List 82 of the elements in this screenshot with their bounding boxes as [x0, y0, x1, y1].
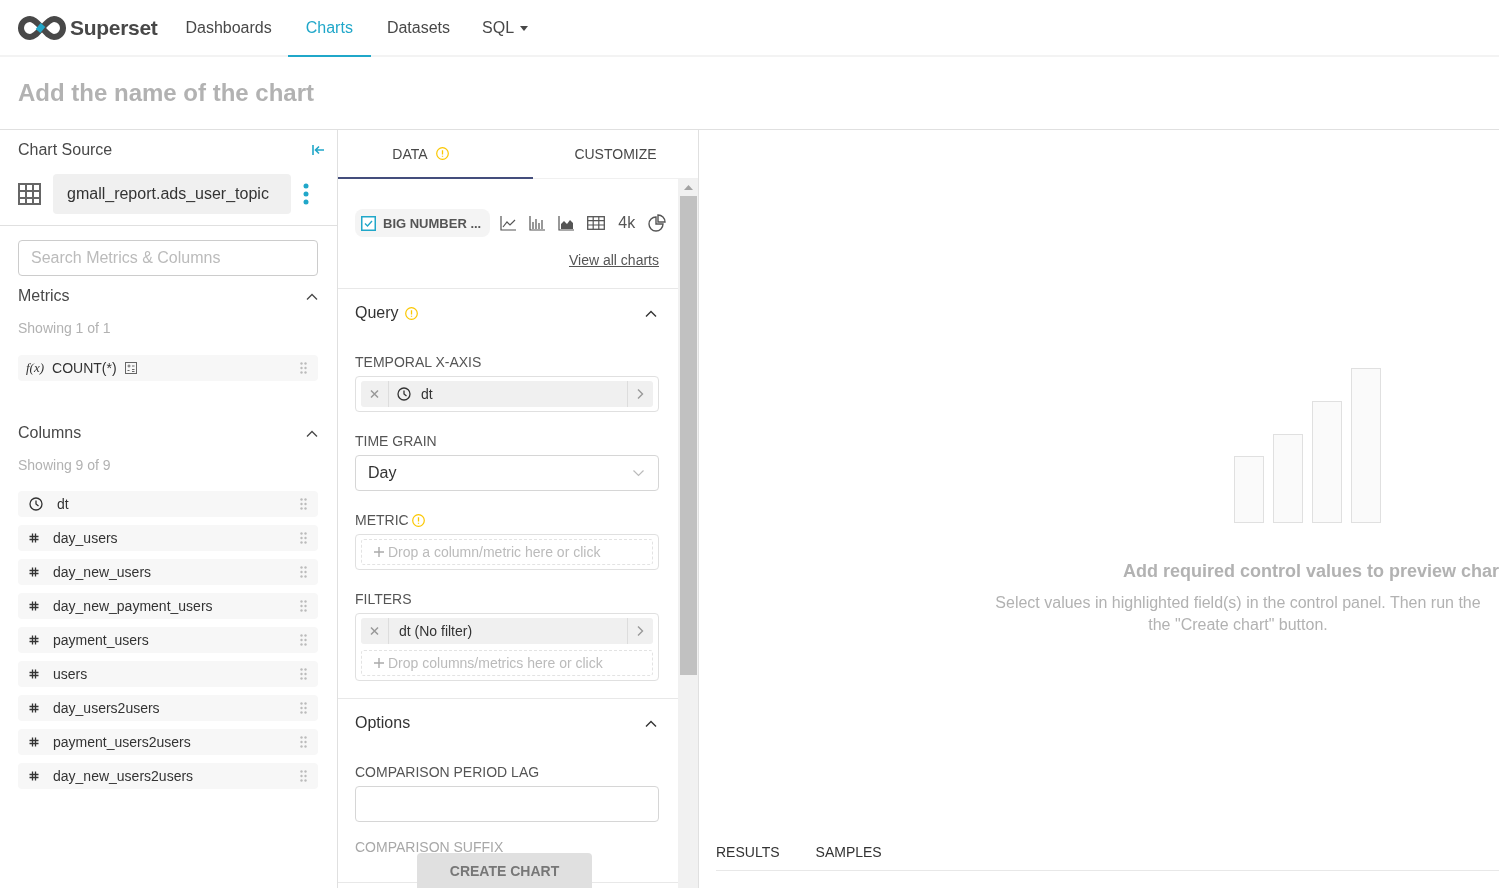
plus-icon — [374, 547, 384, 557]
drag-handle-icon[interactable] — [300, 634, 307, 646]
control-label: COMPARISON PERIOD LAG — [355, 764, 540, 780]
column-item[interactable]: payment_users — [18, 627, 318, 653]
chevron-icon[interactable] — [306, 429, 318, 437]
drag-handle-icon[interactable] — [300, 498, 307, 510]
scrollbar-thumb[interactable] — [679, 196, 697, 675]
line-chart-icon[interactable] — [500, 215, 517, 231]
nav-link[interactable]: Dashboards — [169, 0, 288, 57]
section-title[interactable]: Options — [355, 714, 411, 732]
clock-icon — [397, 387, 411, 401]
plus-icon — [374, 658, 384, 668]
hash-icon — [29, 601, 39, 611]
section-heading: Columns — [18, 424, 82, 442]
column-item[interactable]: payment_users2users — [18, 729, 318, 755]
hash-icon — [29, 737, 39, 747]
chevron-icon[interactable] — [645, 309, 657, 317]
collapse-icon[interactable] — [312, 144, 325, 156]
panel-tab[interactable]: DATA — [338, 130, 533, 179]
hash-icon — [29, 635, 39, 645]
column-item[interactable]: day_new_users — [18, 559, 318, 585]
selected-value-pill[interactable]: dt — [361, 381, 653, 407]
drag-handle-icon[interactable] — [300, 532, 307, 544]
dropdown-icon — [633, 469, 644, 477]
bottom-tab[interactable]: RESULTS — [716, 844, 780, 870]
drag-handle-icon[interactable] — [300, 566, 307, 578]
search-field[interactable]: Search Metrics & Columns — [18, 240, 318, 276]
drag-handle-icon[interactable] — [300, 770, 307, 782]
selected-value-pill[interactable]: dt (No filter) — [361, 618, 653, 644]
column-item[interactable]: day_new_users2users — [18, 763, 318, 789]
pie-chart-icon[interactable] — [648, 214, 667, 232]
metric-item[interactable]: f(x) COUNT(*) — [18, 355, 318, 381]
chart-type-chip[interactable]: BIG NUMBER ... — [355, 209, 491, 237]
text-field[interactable] — [355, 786, 659, 822]
section-heading: Chart Source — [18, 141, 113, 159]
hash-icon — [29, 669, 39, 679]
checkbox-icon — [361, 215, 376, 231]
nav-link[interactable]: Datasets — [370, 0, 466, 57]
item-count: Showing 9 of 9 — [18, 457, 112, 473]
control-label: TIME GRAIN — [355, 433, 437, 449]
drag-handle-icon[interactable] — [300, 600, 307, 612]
section-title[interactable]: Query — [355, 304, 399, 322]
hash-icon — [29, 703, 39, 713]
clock-icon — [29, 497, 43, 511]
area-chart-icon[interactable] — [558, 215, 575, 231]
control-label: TEMPORAL X-AXIS — [355, 354, 482, 370]
column-item[interactable]: day_users — [18, 525, 318, 551]
view-all-charts-link[interactable]: View all charts — [569, 252, 659, 268]
panel-tab[interactable]: CUSTOMIZE — [533, 130, 698, 179]
control-label: COMPARISON SUFFIX — [355, 839, 504, 855]
column-item[interactable]: day_users2users — [18, 695, 318, 721]
column-item[interactable]: users — [18, 661, 318, 687]
calculator-icon — [124, 362, 137, 374]
table-icon[interactable] — [587, 216, 606, 230]
more-icon[interactable] — [303, 183, 309, 205]
chevron-icon[interactable] — [645, 719, 657, 727]
control-label: METRIC — [355, 512, 409, 528]
column-item[interactable]: dt — [18, 491, 318, 517]
chevron-icon[interactable] — [306, 292, 318, 300]
drag-handle-icon[interactable] — [300, 736, 307, 748]
item-count: Showing 1 of 1 — [18, 320, 112, 336]
bar-chart-icon[interactable] — [529, 215, 546, 231]
drag-handle-icon[interactable] — [300, 362, 307, 374]
drag-handle-icon[interactable] — [300, 668, 307, 680]
table-icon — [18, 183, 41, 205]
brand-name[interactable]: Superset — [70, 15, 158, 40]
bottom-tab[interactable]: SAMPLES — [815, 844, 882, 870]
drag-handle-icon[interactable] — [300, 702, 307, 714]
empty-state-title: Add required control values to preview char — [1122, 561, 1499, 582]
nav-link[interactable]: SQL — [466, 0, 545, 57]
hash-icon — [29, 567, 39, 577]
dataset-name[interactable]: gmall_report.ads_user_topic — [53, 174, 291, 214]
column-item[interactable]: day_new_payment_users — [18, 593, 318, 619]
time-grain-select[interactable]: Day — [355, 455, 659, 491]
logo-icon — [18, 15, 66, 40]
big-number-chart-type[interactable]: 4k — [618, 214, 636, 232]
hash-icon — [29, 771, 39, 781]
control-label: FILTERS — [355, 591, 412, 607]
section-heading: Metrics — [18, 287, 70, 305]
scroll-up-icon[interactable] — [683, 185, 693, 190]
hash-icon — [29, 533, 39, 543]
empty-state-message: Select values in highlighted field(s) in the control panel. Then run the the "Create chart" button. — [994, 593, 1482, 635]
